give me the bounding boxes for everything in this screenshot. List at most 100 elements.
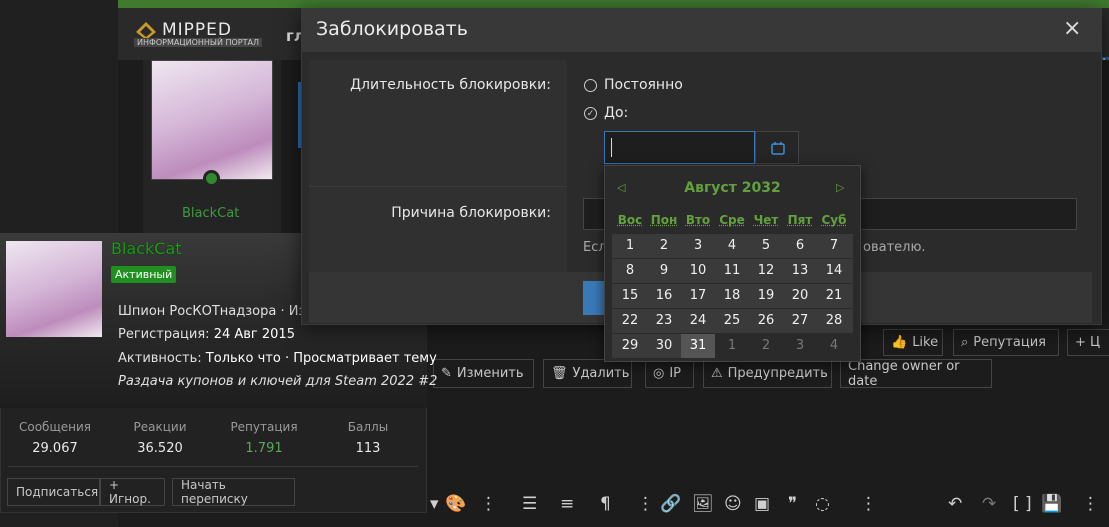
calendar-day[interactable]: 24 bbox=[681, 309, 715, 333]
member-avatar[interactable] bbox=[6, 241, 102, 337]
logo-subtitle: ИНФОРМАЦИОННЫЙ ПОРТАЛ bbox=[134, 38, 263, 47]
calendar-day[interactable]: 17 bbox=[681, 284, 715, 308]
calendar-day[interactable]: 6 bbox=[783, 234, 817, 258]
calendar-day[interactable]: 2 bbox=[647, 234, 681, 258]
weekday-header: Суб bbox=[821, 213, 847, 227]
calendar-day[interactable]: 20 bbox=[783, 284, 817, 308]
top-accent-bar bbox=[118, 0, 1109, 8]
dialog-title: Заблокировать bbox=[316, 18, 468, 40]
link-icon[interactable]: 🔗 bbox=[660, 494, 681, 514]
calendar-day: 1 bbox=[727, 338, 737, 353]
calendar-day[interactable]: 10 bbox=[681, 259, 715, 283]
save-draft-icon[interactable]: 💾 bbox=[1041, 494, 1062, 514]
more-icon-2[interactable]: ⋮ bbox=[637, 494, 654, 514]
calendar-day[interactable]: 25 bbox=[715, 309, 749, 333]
calendar-day[interactable]: 26 bbox=[749, 309, 783, 333]
delete-button[interactable]: 🗑 Удалить bbox=[543, 359, 632, 388]
close-icon[interactable]: × bbox=[1063, 16, 1081, 41]
option-until-label[interactable]: До: bbox=[604, 105, 628, 121]
calendar-day[interactable]: 29 bbox=[613, 334, 647, 358]
duration-label: Длительность блокировки: bbox=[350, 77, 551, 93]
calendar-day: 3 bbox=[795, 338, 805, 353]
stat-points-value[interactable]: 113 bbox=[323, 441, 413, 456]
member-username[interactable]: BlackCat bbox=[111, 239, 182, 258]
weekday-header: Вто bbox=[685, 213, 711, 227]
smiley-icon[interactable]: ☺ bbox=[724, 494, 742, 514]
quote-icon[interactable]: ❞ bbox=[788, 494, 797, 514]
calendar-day[interactable]: 30 bbox=[647, 334, 681, 358]
redo-icon[interactable]: ↷ bbox=[982, 494, 996, 514]
calendar-day[interactable]: 8 bbox=[613, 259, 647, 283]
radio-until-checked-icon[interactable]: ✓ bbox=[584, 107, 597, 120]
warn-label: Предупредить bbox=[727, 366, 828, 381]
calendar-day[interactable]: 27 bbox=[783, 309, 817, 333]
toolbar-chevron-icon[interactable]: ▾ bbox=[430, 494, 439, 514]
start-conversation-button[interactable]: Начать переписку bbox=[172, 478, 295, 506]
post-username[interactable]: BlackCat bbox=[182, 206, 239, 221]
calendar-day[interactable]: 28 bbox=[817, 309, 851, 333]
calendar-day[interactable]: 15 bbox=[613, 284, 647, 308]
weekday-header: Сре bbox=[719, 213, 745, 227]
calendar-day[interactable]: 9 bbox=[647, 259, 681, 283]
calendar-day: 2 bbox=[761, 338, 771, 353]
thumbs-up-icon: 👍 bbox=[891, 335, 908, 350]
palette-icon[interactable]: 🎨 bbox=[445, 494, 466, 514]
calendar-day[interactable]: 5 bbox=[749, 234, 783, 258]
activity-topic-link[interactable]: Раздача купонов и ключей для Steam 2022 … bbox=[118, 374, 437, 389]
image-icon[interactable]: 🖼 bbox=[692, 494, 714, 514]
search-icon: ⌕ bbox=[961, 335, 969, 350]
stat-messages-value[interactable]: 29.067 bbox=[10, 441, 100, 456]
calendar-day[interactable]: 1 bbox=[613, 234, 647, 258]
calendar-day[interactable]: 13 bbox=[783, 259, 817, 283]
media-icon[interactable]: ▣ bbox=[754, 494, 770, 514]
post-avatar[interactable] bbox=[151, 60, 273, 180]
calendar-day[interactable]: 16 bbox=[647, 284, 681, 308]
stat-reputation-label: Репутация bbox=[230, 420, 298, 434]
edit-button[interactable]: ✎ Изменить bbox=[433, 359, 534, 388]
calendar-day[interactable]: 22 bbox=[613, 309, 647, 333]
stat-reactions-value[interactable]: 36.520 bbox=[115, 441, 205, 456]
paragraph-icon[interactable]: ¶ bbox=[600, 494, 611, 514]
like-label: Like bbox=[912, 335, 939, 350]
more-icon-4[interactable]: ⋮ bbox=[1082, 494, 1099, 514]
calendar-day[interactable]: 23 bbox=[647, 309, 681, 333]
align-icon[interactable]: ≡ bbox=[560, 494, 574, 514]
add-button[interactable]: + Ц bbox=[1067, 329, 1109, 356]
calendar-day[interactable]: 21 bbox=[817, 284, 851, 308]
calendar-day-today[interactable]: 31 bbox=[681, 334, 715, 358]
card-divider bbox=[8, 466, 418, 467]
calendar-day[interactable]: 7 bbox=[817, 234, 851, 258]
calendar-day[interactable]: 18 bbox=[715, 284, 749, 308]
reputation-button[interactable]: ⌕ Репутация bbox=[953, 329, 1059, 356]
calendar-day[interactable]: 14 bbox=[817, 259, 851, 283]
change-owner-button[interactable]: Change owner or date bbox=[840, 359, 992, 389]
subscribe-button[interactable]: Подписаться bbox=[7, 478, 100, 506]
warn-button[interactable]: ⚠ Предупредить bbox=[703, 359, 832, 388]
calendar-icon bbox=[771, 142, 785, 155]
source-icon[interactable]: [ ] bbox=[1013, 494, 1032, 514]
option-permanent-label[interactable]: Постоянно bbox=[604, 77, 683, 93]
calendar-day[interactable]: 19 bbox=[749, 284, 783, 308]
calendar-day[interactable]: 11 bbox=[715, 259, 749, 283]
more-icon[interactable]: ⋮ bbox=[480, 494, 497, 514]
calendar-day[interactable]: 4 bbox=[715, 234, 749, 258]
radio-permanent[interactable] bbox=[584, 79, 597, 92]
registration-label: Регистрация: bbox=[118, 327, 210, 342]
like-button[interactable]: 👍 Like bbox=[883, 329, 943, 356]
ban-end-date-input[interactable] bbox=[604, 131, 755, 164]
ip-button[interactable]: ◎ IP bbox=[645, 359, 694, 388]
list-icon[interactable]: ☰ bbox=[522, 494, 537, 514]
next-month-icon[interactable]: ▷ bbox=[836, 181, 844, 194]
spoiler-icon[interactable]: ◌ bbox=[815, 494, 830, 514]
more-icon-3[interactable]: ⋮ bbox=[860, 494, 877, 514]
member-activity: Активность: Только что · Просматривает т… bbox=[118, 351, 437, 366]
calendar-button[interactable] bbox=[755, 131, 799, 164]
calendar-day[interactable]: 3 bbox=[681, 234, 715, 258]
undo-icon[interactable]: ↶ bbox=[948, 494, 962, 514]
stat-reactions-label: Реакции bbox=[133, 420, 187, 434]
stat-reputation-value[interactable]: 1.791 bbox=[219, 441, 309, 456]
calendar-day[interactable]: 12 bbox=[749, 259, 783, 283]
ignore-button[interactable]: + Игнор. bbox=[100, 478, 165, 506]
activity-label: Активность: bbox=[118, 351, 202, 366]
edit-icon: ✎ bbox=[441, 366, 452, 381]
